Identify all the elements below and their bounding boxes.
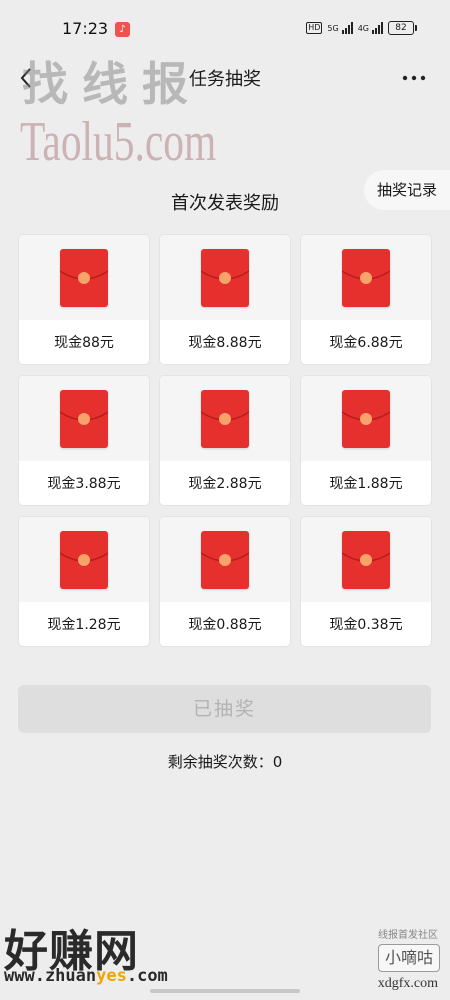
- watermark-top-en: Taolu5.com: [20, 111, 217, 173]
- more-button[interactable]: [396, 62, 432, 94]
- red-envelope-icon: [201, 530, 249, 589]
- hd-badge: HD: [306, 22, 323, 34]
- reward-card-image-area: [19, 376, 149, 461]
- reward-label: 现金0.38元: [329, 617, 403, 633]
- reward-card[interactable]: 现金6.88元: [300, 234, 432, 365]
- reward-card[interactable]: 现金1.88元: [300, 375, 432, 506]
- reward-card[interactable]: 现金3.88元: [18, 375, 150, 506]
- status-indicators: HD 5G 4G 82: [306, 21, 417, 35]
- reward-label: 现金1.88元: [329, 476, 403, 492]
- red-envelope-icon: [60, 248, 108, 307]
- draw-button[interactable]: 已抽奖: [18, 685, 431, 733]
- watermark-bottom-right-small: 线报首发社区: [378, 930, 438, 941]
- remaining-draws-text: 剩余抽奖次数：0: [167, 753, 283, 771]
- watermark-bottom-right-url: xdgfx.com: [377, 976, 438, 991]
- reward-card[interactable]: 现金2.88元: [159, 375, 291, 506]
- reward-label: 现金88元: [54, 335, 114, 351]
- reward-label: 现金8.88元: [188, 335, 262, 351]
- red-envelope-icon: [201, 389, 249, 448]
- reward-card-image-area: [19, 517, 149, 602]
- status-time: 17:23: [62, 19, 109, 38]
- red-envelope-icon: [342, 248, 390, 307]
- network-label-5g: 5G: [327, 23, 339, 33]
- reward-label: 现金6.88元: [329, 335, 403, 351]
- watermark-bottom-left-url: www.zhuanyes.com: [4, 966, 168, 986]
- red-envelope-icon: [342, 530, 390, 589]
- reward-card[interactable]: 现金1.28元: [18, 516, 150, 647]
- reward-label: 现金1.28元: [47, 617, 121, 633]
- reward-card-image-area: [160, 235, 290, 320]
- section-title: 首次发表奖励: [171, 193, 279, 214]
- watermark-top-cn: 找线报: [22, 57, 202, 111]
- music-app-icon: ♪: [115, 22, 130, 37]
- signal-icon: [341, 22, 353, 34]
- reward-card[interactable]: 现金0.88元: [159, 516, 291, 647]
- red-envelope-icon: [201, 248, 249, 307]
- reward-card-image-area: [301, 517, 431, 602]
- watermark-bottom-right-name: 小嘀咕: [377, 944, 440, 972]
- red-envelope-icon: [342, 389, 390, 448]
- reward-label: 现金2.88元: [188, 476, 262, 492]
- reward-card[interactable]: 现金0.38元: [300, 516, 432, 647]
- reward-card[interactable]: 现金8.88元: [159, 234, 291, 365]
- red-envelope-icon: [60, 389, 108, 448]
- red-envelope-icon: [60, 530, 108, 589]
- reward-label: 现金3.88元: [47, 476, 121, 492]
- reward-card-image-area: [301, 235, 431, 320]
- reward-grid: 现金88元 现金8.88元 现金6.88元 现金3.88元 现金2.88元 现金…: [18, 234, 432, 647]
- reward-card-image-area: [301, 376, 431, 461]
- reward-card-image-area: [19, 235, 149, 320]
- signal-icon: [372, 22, 383, 34]
- network-label-4g: 4G: [357, 23, 369, 33]
- reward-card-image-area: [160, 376, 290, 461]
- reward-label: 现金0.88元: [188, 617, 262, 633]
- reward-card[interactable]: 现金88元: [18, 234, 150, 365]
- home-indicator[interactable]: [150, 989, 300, 993]
- reward-card-image-area: [160, 517, 290, 602]
- more-horizontal-icon: [402, 75, 426, 81]
- battery-icon: 82: [388, 21, 417, 35]
